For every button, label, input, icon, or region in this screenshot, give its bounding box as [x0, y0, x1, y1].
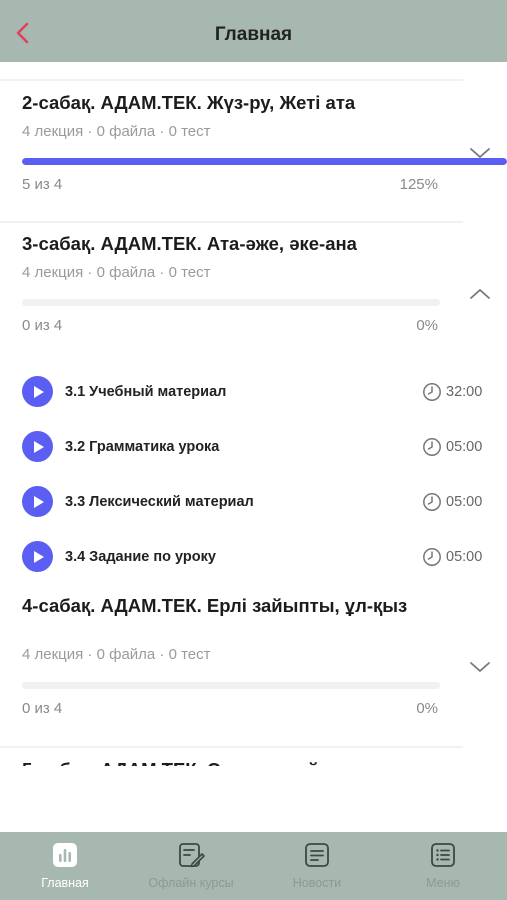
lecture-title: 3.1 Учебный материал: [65, 384, 227, 400]
progress-bar: [22, 158, 507, 165]
lecture-duration: 32:00: [446, 384, 483, 400]
tab-label: Офлайн курсы: [148, 876, 234, 890]
clock-icon: [423, 548, 441, 566]
edit-document-icon: [179, 843, 205, 868]
progress-bar: [22, 299, 440, 306]
lesson-meta: 4 лекция · 0 файла · 0 тест: [22, 264, 211, 281]
progress-percent: 0%: [416, 317, 438, 334]
page-title: Главная: [214, 24, 293, 45]
progress-fill: [22, 158, 507, 165]
lecture-title: 3.4 Задание по уроку: [65, 549, 216, 565]
menu-list-icon: [431, 843, 455, 867]
play-icon[interactable]: [22, 541, 53, 572]
divider: [0, 221, 463, 223]
lesson-title: 4-сабақ. АДАМ.ТЕК. Ерлі зайыпты, ұл-қыз: [22, 595, 408, 616]
progress-count: 0 из 4: [22, 700, 63, 717]
lesson-meta: 4 лекция · 0 файла · 0 тест: [22, 123, 211, 140]
lecture-item[interactable]: 3.4 Задание по уроку 05:00: [0, 529, 507, 584]
lesson-card[interactable]: 4-сабақ. АДАМ.ТЕК. Ерлі зайыпты, ұл-қыз …: [0, 584, 507, 746]
lecture-title: 3.3 Лексический материал: [65, 494, 254, 510]
divider: [0, 79, 463, 81]
lecture-item[interactable]: 3.3 Лексический материал 05:00: [0, 474, 507, 529]
clock-icon: [423, 383, 441, 401]
play-icon[interactable]: [22, 431, 53, 462]
lessons-list[interactable]: 2-сабақ. АДАМ.ТЕК. Жүз-ру, Жеті ата 4 ле…: [0, 62, 507, 832]
lesson-title: 3-сабақ. АДАМ.ТЕК. Ата-әже, әке-ана: [22, 233, 357, 254]
lecture-item[interactable]: 3.1 Учебный материал 32:00: [0, 364, 507, 419]
clock-icon: [423, 493, 441, 511]
lesson-title: 2-сабақ. АДАМ.ТЕК. Жүз-ру, Жеті ата: [22, 92, 356, 113]
chart-icon: [53, 843, 77, 867]
lecture-duration: 05:00: [446, 494, 483, 510]
progress-percent: 125%: [399, 176, 438, 193]
play-icon[interactable]: [22, 486, 53, 517]
lecture-duration: 05:00: [446, 439, 483, 455]
tab-news[interactable]: Новости: [254, 832, 380, 900]
progress-count: 0 из 4: [22, 317, 63, 334]
tab-label: Меню: [426, 876, 460, 890]
progress-bar: [22, 682, 440, 689]
lecture-item[interactable]: 3.2 Грамматика урока 05:00: [0, 419, 507, 474]
lesson-card[interactable]: 2-сабақ. АДАМ.ТЕК. Жүз-ру, Жеті ата 4 ле…: [0, 62, 507, 221]
divider: [0, 746, 463, 748]
tab-home[interactable]: Главная: [2, 832, 128, 900]
lecture-duration: 05:00: [446, 549, 483, 565]
news-icon: [305, 843, 329, 867]
chevron-up-icon[interactable]: [468, 285, 492, 303]
tab-label: Главная: [41, 876, 89, 890]
top-bar: Главная: [0, 0, 507, 62]
tab-label: Новости: [292, 876, 342, 890]
tab-offline-courses[interactable]: Офлайн курсы: [128, 832, 254, 900]
lesson-meta: 4 лекция · 0 файла · 0 тест: [22, 646, 211, 663]
play-icon[interactable]: [22, 376, 53, 407]
chevron-down-icon[interactable]: [468, 144, 492, 162]
tab-menu[interactable]: Меню: [380, 832, 506, 900]
clock-icon: [423, 438, 441, 456]
list-bottom-area: [0, 766, 507, 832]
chevron-down-icon[interactable]: [468, 658, 492, 676]
lesson-card[interactable]: 3-сабақ. АДАМ.ТЕК. Ата-әже, әке-ана 4 ле…: [0, 221, 507, 362]
progress-percent: 0%: [416, 700, 438, 717]
lecture-title: 3.2 Грамматика урока: [65, 439, 220, 455]
bottom-tab-bar: Главная Офлайн курсы Новости Меню: [0, 832, 507, 900]
progress-count: 5 из 4: [22, 176, 63, 193]
